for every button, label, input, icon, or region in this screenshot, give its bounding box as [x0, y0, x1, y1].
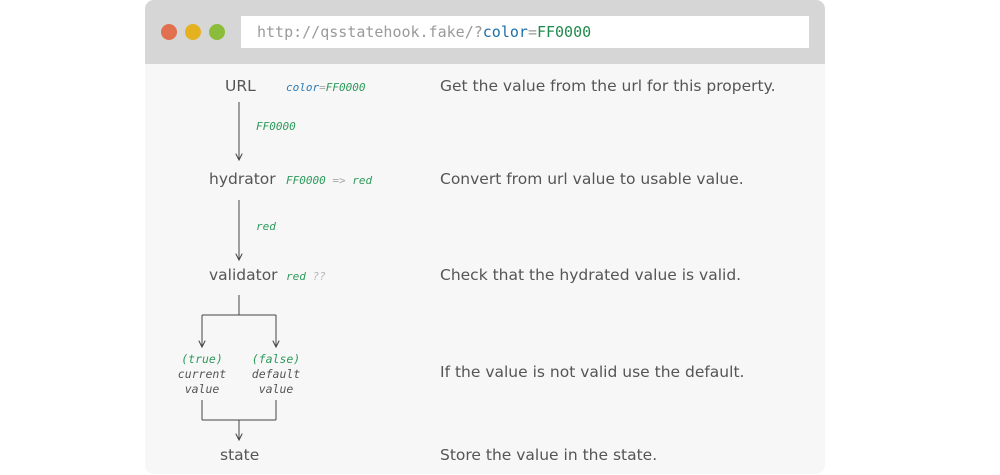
hydrator-annotation: FF0000 => red [286, 174, 372, 187]
url-annotation: color=FF0000 [286, 81, 366, 94]
flow-connectors [0, 102, 1000, 475]
node-validator: validator [209, 266, 278, 284]
url-annotation-equals: = [319, 81, 326, 94]
false-branch-line1: default [251, 367, 301, 381]
true-branch: (true) current value [165, 352, 239, 397]
description-hydrator: Convert from url value to usable value. [440, 170, 744, 188]
flow-diagram: URL hydrator validator state color=FF000… [0, 0, 1000, 475]
edge-label-url-hydrator: FF0000 [256, 120, 296, 133]
false-branch: (false) default value [239, 352, 313, 397]
false-branch-condition: (false) [251, 352, 301, 366]
hydrator-arrow-operator: => [332, 174, 346, 187]
url-annotation-key: color [286, 81, 320, 94]
description-state: Store the value in the state. [440, 446, 658, 464]
validator-question: ?? [312, 270, 326, 283]
edge-label-hydrator-validator: red [256, 220, 276, 233]
false-branch-line2: value [258, 382, 294, 396]
url-annotation-value: FF0000 [325, 81, 366, 94]
description-validator: Check that the hydrated value is valid. [440, 266, 742, 284]
node-hydrator: hydrator [209, 170, 276, 188]
node-url: URL [225, 77, 256, 95]
node-state: state [220, 446, 260, 464]
true-branch-condition: (true) [181, 352, 223, 366]
validator-value: red [286, 270, 306, 283]
description-url: Get the value from the url for this prop… [440, 77, 776, 95]
description-fallback: If the value is not valid use the defaul… [440, 363, 745, 381]
true-branch-line2: value [184, 382, 220, 396]
hydrator-output-value: red [352, 174, 373, 187]
hydrator-input-value: FF0000 [286, 174, 326, 187]
validator-annotation: red ?? [286, 270, 326, 283]
true-branch-line1: current [177, 367, 227, 381]
